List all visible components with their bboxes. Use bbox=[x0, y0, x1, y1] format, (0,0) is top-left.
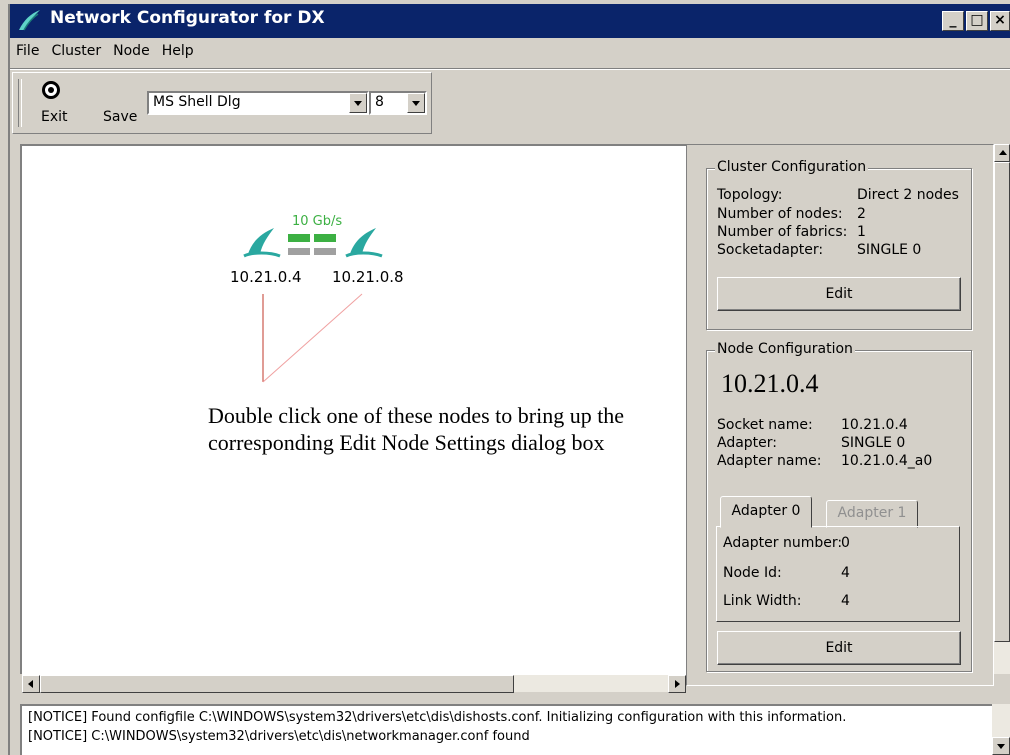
adapter-label: Adapter: bbox=[717, 435, 778, 451]
node-id-value: 4 bbox=[841, 565, 850, 581]
menu-separator bbox=[10, 68, 1010, 70]
cluster-configuration-legend: Cluster Configuration bbox=[715, 159, 869, 175]
horizontal-scrollbar[interactable] bbox=[22, 674, 686, 693]
scroll-left-button[interactable] bbox=[22, 675, 40, 693]
menu-bar: File Cluster Node Help bbox=[10, 40, 200, 66]
font-name-select[interactable]: MS Shell Dlg bbox=[147, 91, 369, 115]
node-label-left[interactable]: 10.21.0.4 bbox=[230, 268, 302, 286]
log-scroll-down-button[interactable] bbox=[992, 737, 1010, 755]
node-icon-right[interactable] bbox=[345, 228, 383, 258]
adapter-value: SINGLE 0 bbox=[841, 435, 906, 451]
log-line: [NOTICE] C:\WINDOWS\system32\drivers\etc… bbox=[28, 729, 530, 744]
node-id-label: Node Id: bbox=[723, 565, 782, 581]
horizontal-scroll-thumb[interactable] bbox=[40, 675, 514, 693]
minimize-button[interactable]: _ bbox=[942, 11, 964, 31]
menu-help[interactable]: Help bbox=[156, 40, 200, 62]
log-line: [NOTICE] Found configfile C:\WINDOWS\sys… bbox=[28, 710, 847, 725]
link-graphic bbox=[288, 234, 336, 255]
toolbar: Exit Save MS Shell Dlg 8 bbox=[12, 72, 432, 134]
fabrics-count-value: 1 bbox=[857, 224, 866, 240]
chevron-down-icon[interactable] bbox=[407, 93, 425, 113]
adapter-number-label: Adapter number: bbox=[723, 535, 843, 551]
save-button[interactable]: Save bbox=[103, 109, 137, 125]
fabrics-count-label: Number of fabrics: bbox=[717, 224, 848, 240]
nodes-count-value: 2 bbox=[857, 206, 866, 222]
window-left-edge bbox=[8, 4, 10, 755]
font-size-select[interactable]: 8 bbox=[369, 91, 427, 115]
scroll-up-button[interactable] bbox=[994, 144, 1010, 162]
exit-label: Exit bbox=[41, 109, 68, 125]
font-name-value: MS Shell Dlg bbox=[153, 94, 241, 110]
annotation-leader-lines bbox=[262, 293, 363, 383]
adapter-name-label: Adapter name: bbox=[717, 453, 822, 469]
title-bar[interactable]: Network Configurator for DX _ □ × bbox=[10, 4, 1010, 38]
node-icon-left[interactable] bbox=[243, 228, 281, 258]
socketadapter-label: Socketadapter: bbox=[717, 242, 824, 258]
font-size-value: 8 bbox=[375, 94, 384, 110]
tab-adapter-0[interactable]: Adapter 0 bbox=[720, 496, 812, 528]
adapter-number-value: 0 bbox=[841, 535, 850, 551]
maximize-button[interactable]: □ bbox=[966, 11, 988, 31]
topology-value: Direct 2 nodes bbox=[857, 187, 959, 203]
socketadapter-value: SINGLE 0 bbox=[857, 242, 922, 258]
scroll-right-button[interactable] bbox=[668, 675, 686, 693]
adapter-tab-panel: Adapter number: 0 Node Id: 4 Link Width:… bbox=[716, 526, 960, 622]
link-width-label: Link Width: bbox=[723, 593, 802, 609]
close-button[interactable]: × bbox=[990, 11, 1010, 31]
link-speed-label: 10 Gb/s bbox=[292, 214, 343, 229]
log-scrollbar[interactable] bbox=[992, 704, 1010, 755]
menu-file[interactable]: File bbox=[10, 40, 45, 62]
node-configuration-legend: Node Configuration bbox=[715, 341, 855, 357]
exit-icon bbox=[42, 81, 60, 99]
menu-cluster[interactable]: Cluster bbox=[45, 40, 107, 62]
link-width-value: 4 bbox=[841, 593, 850, 609]
toolbar-grip[interactable] bbox=[18, 79, 22, 127]
socket-name-value: 10.21.0.4 bbox=[841, 417, 908, 433]
window-title: Network Configurator for DX bbox=[50, 8, 325, 28]
log-console[interactable]: [NOTICE] Found configfile C:\WINDOWS\sys… bbox=[20, 704, 992, 755]
nodes-count-label: Number of nodes: bbox=[717, 206, 843, 222]
exit-button[interactable]: Exit bbox=[33, 79, 73, 129]
cluster-edit-button[interactable]: Edit bbox=[717, 277, 961, 311]
annotation-text: Double click one of these nodes to bring… bbox=[208, 403, 625, 455]
topology-label: Topology: bbox=[717, 187, 783, 203]
socket-name-label: Socket name: bbox=[717, 417, 813, 433]
vertical-scrollbar[interactable] bbox=[994, 144, 1010, 674]
tab-adapter-1[interactable]: Adapter 1 bbox=[826, 500, 918, 528]
cluster-configuration-group: Cluster Configuration Topology: Direct 2… bbox=[706, 159, 972, 330]
vertical-scroll-thumb[interactable] bbox=[994, 162, 1010, 642]
adapter-name-value: 10.21.0.4_a0 bbox=[841, 453, 933, 469]
app-icon bbox=[19, 10, 40, 31]
node-label-right[interactable]: 10.21.0.8 bbox=[332, 268, 404, 286]
menu-node[interactable]: Node bbox=[107, 40, 156, 62]
selected-node-title: 10.21.0.4 bbox=[721, 369, 819, 398]
chevron-down-icon[interactable] bbox=[349, 93, 367, 113]
node-edit-button[interactable]: Edit bbox=[717, 631, 961, 665]
